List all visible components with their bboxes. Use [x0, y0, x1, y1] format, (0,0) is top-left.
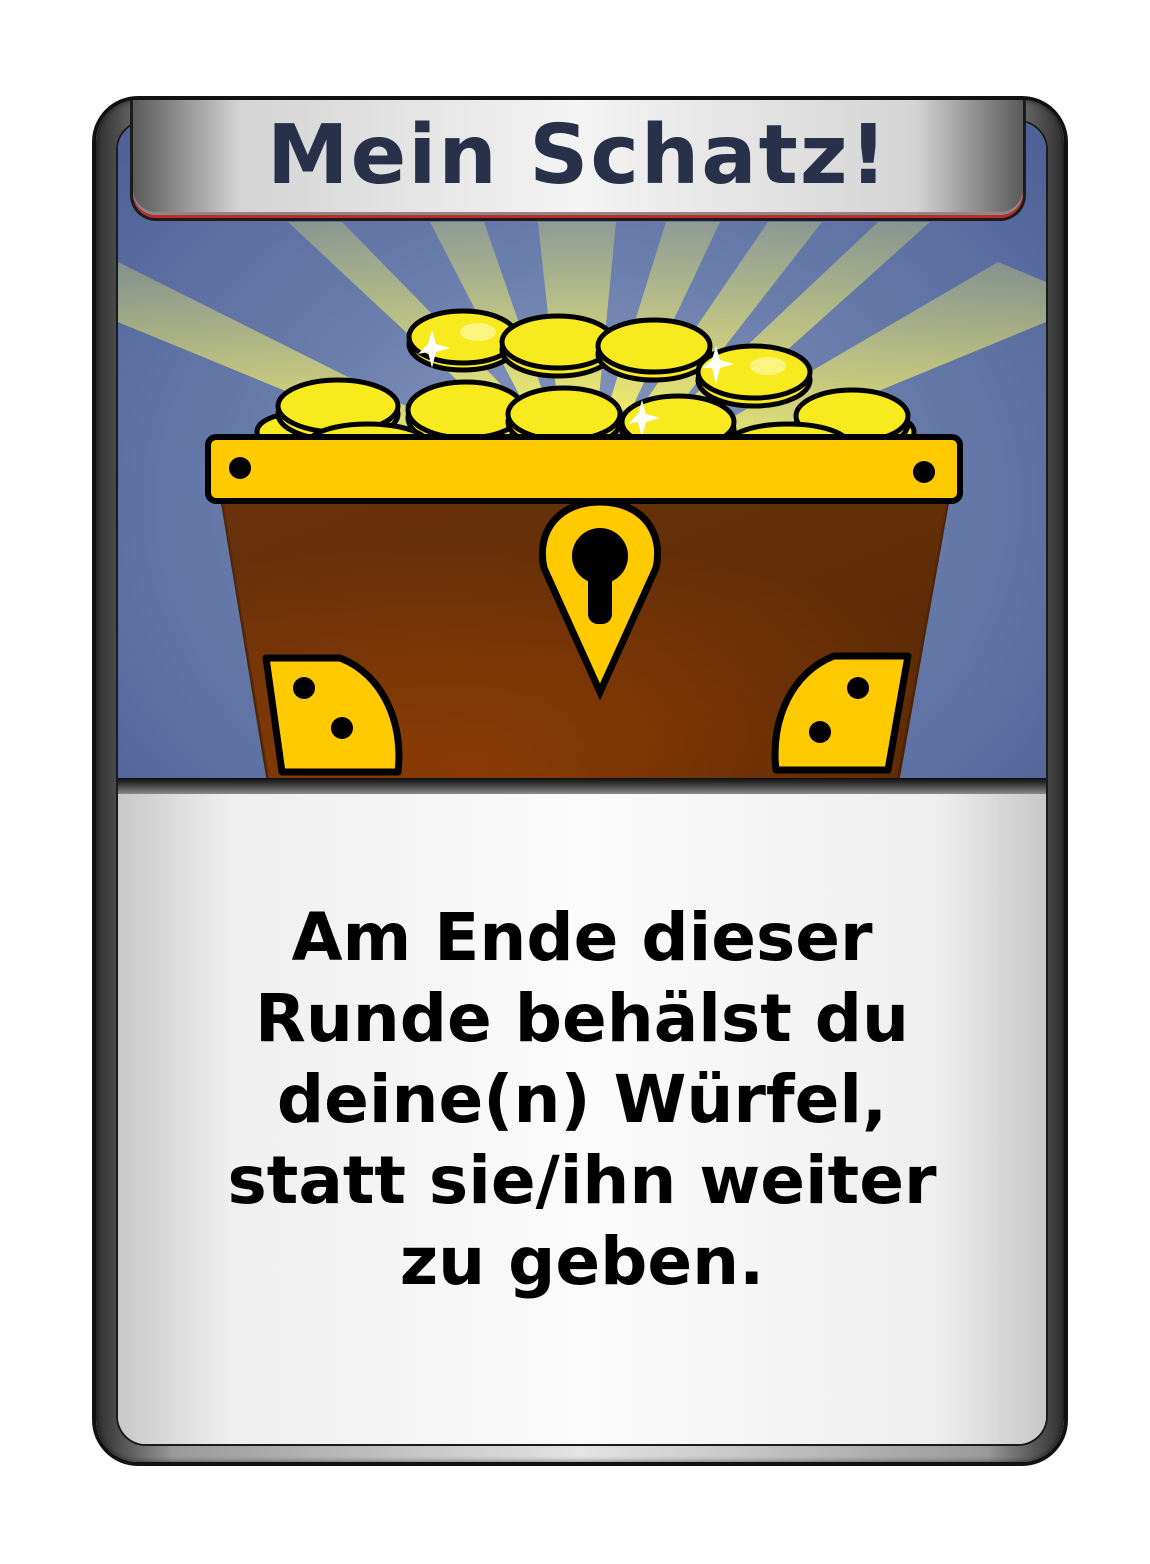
card-text-panel: Am Ende dieser Runde behälst du deine(n)…: [118, 794, 1046, 1444]
card-effect-text: Am Ende dieser Runde behälst du deine(n)…: [227, 898, 937, 1300]
game-card[interactable]: Am Ende dieser Runde behälst du deine(n)…: [96, 100, 1064, 1462]
title-banner: Mein Schatz!: [130, 100, 1026, 221]
card-divider: [118, 778, 1046, 794]
card-title: Mein Schatz!: [267, 107, 889, 203]
card-inner-frame: Am Ende dieser Runde behälst du deine(n)…: [116, 120, 1048, 1446]
chest-rim: [205, 434, 963, 504]
